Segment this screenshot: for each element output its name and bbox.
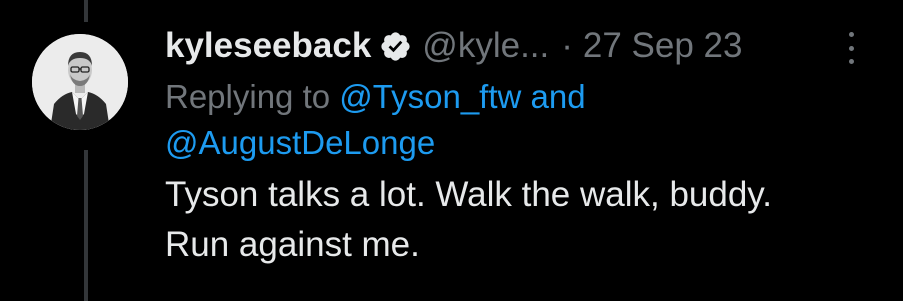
verified-badge-icon[interactable] (379, 30, 412, 63)
more-options-icon[interactable] (845, 32, 857, 64)
user-handle[interactable]: @kyle... (422, 26, 549, 66)
mention-tyson[interactable]: @Tyson_ftw (339, 78, 521, 115)
more-dot (848, 59, 854, 64)
avatar[interactable] (32, 34, 128, 130)
tweet-text-line: Run against me. (165, 225, 420, 264)
replying-to-label: Replying to (165, 78, 331, 115)
avatar-photo (32, 34, 128, 130)
mention-augustdelonge[interactable]: @AugustDeLonge (165, 124, 435, 161)
tweet-header: kyleseeback @kyle... · 27 Sep 23 (165, 20, 885, 72)
tweet-date[interactable]: 27 Sep 23 (583, 26, 743, 66)
thread-line (84, 150, 88, 301)
tweet-text-line: Tyson talks a lot. Walk the walk, buddy. (165, 175, 772, 214)
thread-line-top (84, 0, 88, 22)
mention-and: and (530, 78, 586, 115)
tweet-text: Tyson talks a lot. Walk the walk, buddy.… (165, 170, 885, 270)
more-dot (848, 45, 854, 51)
tweet[interactable]: kyleseeback @kyle... · 27 Sep 23 Replyin… (165, 20, 885, 270)
separator-dot: · (561, 26, 573, 65)
display-name[interactable]: kyleseeback (165, 26, 371, 66)
replying-to: Replying to @Tyson_ftw and @AugustDeLong… (165, 74, 885, 166)
more-dot (848, 32, 854, 37)
